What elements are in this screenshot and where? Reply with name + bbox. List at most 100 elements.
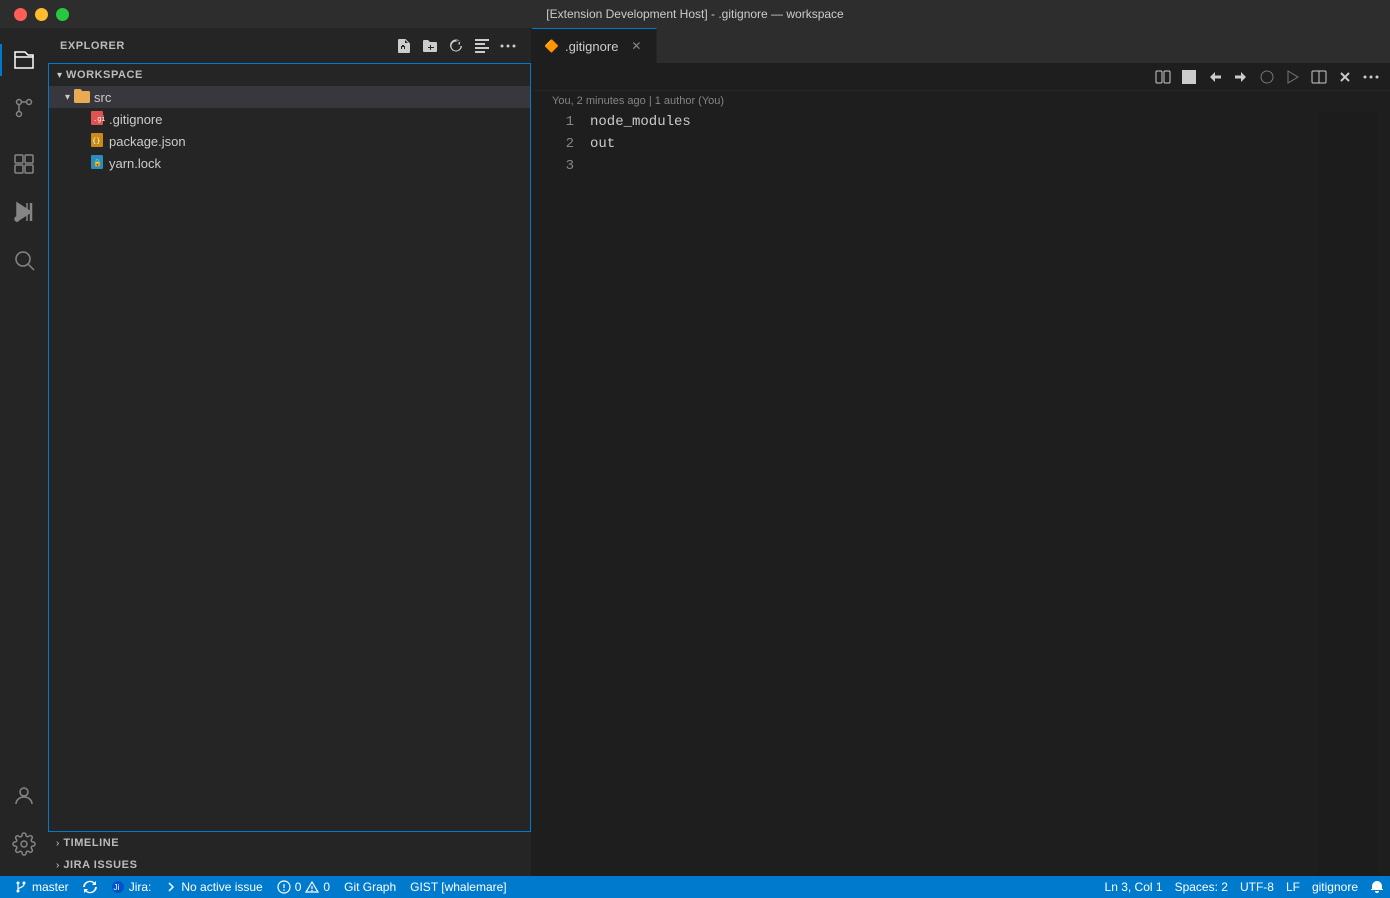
file-tree: ▾ src .gi .gitignore {} xyxy=(49,86,530,831)
editor-tabs: 🔶 .gitignore ✕ xyxy=(532,28,1390,63)
collapse-all-button[interactable] xyxy=(471,35,493,57)
line-number-2: 2 xyxy=(540,133,574,155)
line-number-1: 1 xyxy=(540,111,574,133)
status-errors[interactable]: 0 0 xyxy=(271,876,336,898)
branch-icon xyxy=(14,880,28,894)
sidebar: EXPLORER xyxy=(48,28,532,876)
workspace-chevron: ▾ xyxy=(57,70,62,81)
code-line-3 xyxy=(590,155,1310,177)
tree-label-package: package.json xyxy=(109,134,186,149)
tab-filename: .gitignore xyxy=(565,39,618,54)
tree-item-src[interactable]: ▾ src xyxy=(49,86,530,108)
svg-text:{}: {} xyxy=(92,137,100,145)
split-editor-right-button[interactable] xyxy=(1308,66,1330,88)
tree-label-yarn: yarn.lock xyxy=(109,156,161,171)
bottom-panels: › TIMELINE › JIRA ISSUES xyxy=(48,832,531,876)
status-jira[interactable]: Ji Jira: xyxy=(105,876,158,898)
toggle-sidebar-button[interactable] xyxy=(1178,66,1200,88)
line-number-3: 3 xyxy=(540,155,574,177)
sidebar-header: EXPLORER xyxy=(48,28,531,63)
source-control-icon xyxy=(12,96,36,120)
workspace-label: WORKSPACE xyxy=(66,69,143,81)
activity-item-source-control[interactable] xyxy=(0,84,48,132)
sidebar-actions xyxy=(393,35,519,57)
minimap xyxy=(1318,111,1378,876)
warning-count: 0 xyxy=(323,880,330,894)
svg-text:.gi: .gi xyxy=(93,115,105,123)
maximize-button[interactable] xyxy=(56,8,69,21)
window-title: [Extension Development Host] - .gitignor… xyxy=(546,7,843,21)
status-sync[interactable] xyxy=(77,876,103,898)
status-no-issue[interactable]: No active issue xyxy=(159,876,268,898)
svg-text:🔒: 🔒 xyxy=(93,159,102,167)
folder-chevron: ▾ xyxy=(65,92,70,103)
run-button[interactable] xyxy=(1282,66,1304,88)
activity-item-explorer[interactable] xyxy=(0,36,48,84)
tree-item-package[interactable]: {} package.json xyxy=(49,130,530,152)
error-count: 0 xyxy=(295,880,302,894)
editor-scrollbar[interactable] xyxy=(1378,111,1390,876)
status-bell[interactable] xyxy=(1364,876,1390,898)
more-actions-button[interactable] xyxy=(497,35,519,57)
activity-item-extensions[interactable] xyxy=(0,140,48,188)
tab-close-button[interactable]: ✕ xyxy=(628,38,644,54)
cursor-position: Ln 3, Col 1 xyxy=(1105,880,1163,894)
code-content[interactable]: node_modules out xyxy=(582,111,1318,876)
status-right: Ln 3, Col 1 Spaces: 2 UTF-8 LF gitignore xyxy=(1099,876,1390,898)
yarn-icon: 🔒 xyxy=(89,154,105,173)
new-folder-button[interactable] xyxy=(419,35,441,57)
minimize-button[interactable] xyxy=(35,8,48,21)
timeline-label: TIMELINE xyxy=(63,837,119,849)
status-branch[interactable]: master xyxy=(8,876,75,898)
status-git-graph[interactable]: Git Graph xyxy=(338,876,402,898)
explorer-panel: ▾ WORKSPACE ▾ src .gi .gi xyxy=(48,63,531,832)
status-left: master Ji Jira: No active issue 0 0 Git … xyxy=(0,876,521,898)
status-spaces[interactable]: Spaces: 2 xyxy=(1169,876,1234,898)
go-forward-button[interactable] xyxy=(1230,66,1252,88)
error-icon xyxy=(277,880,291,894)
activity-bar xyxy=(0,28,48,876)
go-back-button[interactable] xyxy=(1204,66,1226,88)
status-position[interactable]: Ln 3, Col 1 xyxy=(1099,876,1169,898)
package-icon: {} xyxy=(89,132,105,151)
split-editor-button[interactable] xyxy=(1152,66,1174,88)
close-editor-button[interactable] xyxy=(1334,66,1356,88)
activity-item-run[interactable] xyxy=(0,188,48,236)
encoding-label: UTF-8 xyxy=(1240,880,1274,894)
new-file-button[interactable] xyxy=(393,35,415,57)
status-language[interactable]: gitignore xyxy=(1306,876,1364,898)
bell-icon xyxy=(1370,880,1384,894)
status-gist[interactable]: GIST [whalemare] xyxy=(404,876,512,898)
sync-icon xyxy=(83,880,97,894)
tree-item-gitignore[interactable]: .gi .gitignore xyxy=(49,108,530,130)
gitignore-icon: .gi xyxy=(89,110,105,129)
line-numbers: 1 2 3 xyxy=(532,111,582,876)
code-line-1: node_modules xyxy=(590,111,1310,133)
refresh-button[interactable] xyxy=(445,35,467,57)
workspace-header[interactable]: ▾ WORKSPACE xyxy=(49,64,530,86)
activity-item-account[interactable] xyxy=(0,772,48,820)
jira-panel-header[interactable]: › JIRA ISSUES xyxy=(48,854,531,876)
sidebar-title: EXPLORER xyxy=(60,40,125,52)
timeline-panel-header[interactable]: › TIMELINE xyxy=(48,832,531,854)
language-label: gitignore xyxy=(1312,880,1358,894)
activity-item-settings[interactable] xyxy=(0,820,48,868)
status-line-ending[interactable]: LF xyxy=(1280,876,1306,898)
gist-label: GIST [whalemare] xyxy=(410,880,506,894)
svg-text:Ji: Ji xyxy=(113,883,119,892)
more-editor-actions-button[interactable] xyxy=(1360,66,1382,88)
status-bar: master Ji Jira: No active issue 0 0 Git … xyxy=(0,876,1390,898)
blame-info: You, 2 minutes ago | 1 author (You) xyxy=(532,91,1390,111)
tree-item-yarn[interactable]: 🔒 yarn.lock xyxy=(49,152,530,174)
status-encoding[interactable]: UTF-8 xyxy=(1234,876,1280,898)
tree-label-src: src xyxy=(94,90,111,105)
folder-icon xyxy=(74,88,90,107)
code-editor[interactable]: 1 2 3 node_modules out xyxy=(532,111,1390,876)
editor-tab-gitignore[interactable]: 🔶 .gitignore ✕ xyxy=(532,28,657,63)
chevron-right-icon xyxy=(165,881,177,893)
code-line-2: out xyxy=(590,133,1310,155)
blame-text: You, 2 minutes ago | 1 author (You) xyxy=(552,95,724,107)
open-changes-button[interactable] xyxy=(1256,66,1278,88)
activity-item-search[interactable] xyxy=(0,236,48,284)
close-button[interactable] xyxy=(14,8,27,21)
